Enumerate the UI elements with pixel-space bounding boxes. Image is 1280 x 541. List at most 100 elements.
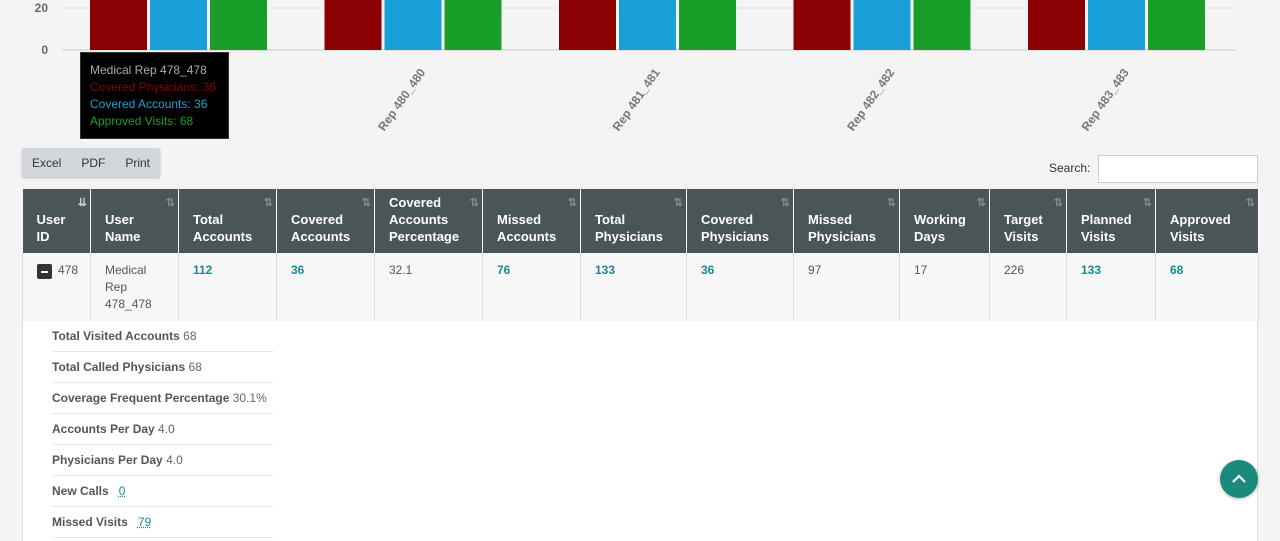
detail-label: Total Called Physicians	[52, 360, 185, 374]
detail-row: Total Called Physicians 68	[52, 352, 273, 383]
cell-user-name: Medical Rep 478_478	[91, 253, 179, 322]
column-header[interactable]: ⇅ Total Accounts	[179, 189, 277, 253]
detail-value: 4.0	[158, 422, 175, 436]
sort-icon: ⇅	[887, 195, 894, 212]
data-table: ⇊ User ID ⇅ User Name ⇅ Total Accounts ⇅ Covered Ac…	[22, 189, 1259, 322]
column-header-text: Approved	[1170, 212, 1231, 227]
column-header[interactable]: ⇅ Missed Physicians	[794, 189, 900, 253]
row-details-panel: Total Visited Accounts 68 Total Called Ph…	[22, 321, 1258, 541]
sort-icon: ⇅	[674, 195, 681, 212]
detail-value: 68	[189, 360, 202, 374]
bar[interactable]	[90, 0, 147, 50]
excel-button[interactable]: Excel	[22, 148, 71, 177]
sort-icon: ⇅	[264, 195, 271, 212]
detail-row: Missed Visits 79	[52, 507, 273, 538]
search-input[interactable]	[1098, 155, 1258, 183]
cell-planned-visits: 133	[1067, 253, 1156, 322]
bar[interactable]	[1088, 0, 1145, 50]
column-header-text: Visits	[1170, 229, 1204, 244]
total-accounts-link[interactable]: 112	[193, 263, 212, 277]
column-header-text: Missed	[497, 212, 541, 227]
column-header[interactable]: ⇅ Planned Visits	[1067, 189, 1156, 253]
bar[interactable]	[619, 0, 676, 50]
sort-icon: ⇅	[568, 195, 575, 212]
covered-accounts-link[interactable]: 36	[291, 263, 304, 277]
detail-value: 30.1%	[233, 391, 267, 405]
sort-icon: ⇅	[781, 195, 788, 212]
bar[interactable]	[325, 0, 382, 50]
column-header[interactable]: ⇅ Covered Accounts	[277, 189, 375, 253]
column-header-text: Days	[914, 229, 945, 244]
column-header[interactable]: ⇅ User Name	[91, 189, 179, 253]
column-header-text: Physicians	[701, 229, 769, 244]
table-header-row: ⇊ User ID ⇅ User Name ⇅ Total Accounts ⇅ Covered Ac…	[23, 189, 1259, 253]
column-header-text: Visits	[1004, 229, 1038, 244]
column-header[interactable]: ⇊ User ID	[23, 189, 91, 253]
sort-icon: ⇅	[1143, 195, 1150, 212]
missed-accounts-link[interactable]: 76	[497, 263, 510, 277]
collapse-row-icon[interactable]	[37, 264, 52, 279]
cell-covered-pct: 32.1	[375, 253, 483, 322]
search-label: Search:	[1049, 161, 1090, 175]
cell-total-physicians: 133	[581, 253, 687, 322]
detail-value: 68	[183, 329, 196, 343]
bar[interactable]	[679, 0, 736, 50]
chart-tooltip: Medical Rep 478_478 Covered Physicians: …	[80, 52, 229, 139]
bar[interactable]	[210, 0, 267, 50]
bar[interactable]	[445, 0, 502, 50]
detail-label: Missed Visits	[52, 515, 128, 529]
column-header[interactable]: ⇅ Covered Accounts Percentage	[375, 189, 483, 253]
detail-row: Total Visited Accounts 68	[52, 321, 273, 352]
bar[interactable]	[1028, 0, 1085, 50]
column-header[interactable]: ⇅ Missed Accounts	[483, 189, 581, 253]
cell-missed-accounts: 76	[483, 253, 581, 322]
pdf-button[interactable]: PDF	[71, 148, 115, 177]
cell-target-visits: 226	[990, 253, 1067, 322]
column-header-text: Covered	[291, 212, 343, 227]
column-header-text: Accounts	[497, 229, 556, 244]
tooltip-title: Medical Rep 478_478	[90, 62, 228, 79]
bar[interactable]	[559, 0, 616, 50]
y-tick-label: 20	[35, 1, 49, 15]
covered-physicians-link[interactable]: 36	[701, 263, 714, 277]
column-header-text: ID	[37, 229, 50, 244]
sort-icon: ⇅	[470, 195, 477, 212]
bar[interactable]	[914, 0, 971, 50]
planned-visits-link[interactable]: 133	[1081, 263, 1101, 277]
details-list: Total Visited Accounts 68 Total Called Ph…	[52, 321, 273, 538]
column-header-text: Missed	[808, 212, 852, 227]
column-header-text: Accounts	[193, 229, 252, 244]
column-header[interactable]: ⇅ Total Physicians	[581, 189, 687, 253]
x-tick-label: Rep 480_480	[375, 66, 428, 134]
bar[interactable]	[794, 0, 851, 50]
bar[interactable]	[1148, 0, 1205, 50]
detail-label: Total Visited Accounts	[52, 329, 180, 343]
bar[interactable]	[385, 0, 442, 50]
x-tick-label: Rep 483_483	[1079, 66, 1132, 134]
bar[interactable]	[854, 0, 911, 50]
column-header-text: Working	[914, 212, 966, 227]
sort-icon: ⇅	[977, 195, 984, 212]
column-header-text: Total	[193, 212, 223, 227]
approved-visits-link[interactable]: 68	[1170, 263, 1183, 277]
user-id-value: 478	[58, 263, 78, 277]
tooltip-covered-physicians: Covered Physicians: 36	[90, 79, 228, 96]
detail-value[interactable]: 79	[138, 515, 151, 529]
column-header-text: Planned	[1081, 212, 1132, 227]
print-button[interactable]: Print	[115, 148, 160, 177]
detail-value: 4.0	[166, 453, 183, 467]
detail-value[interactable]: 0	[119, 484, 126, 498]
sort-icon: ⇅	[1054, 195, 1061, 212]
column-header-text: User	[105, 212, 134, 227]
export-button-group: Excel PDF Print	[22, 148, 160, 177]
detail-label: Physicians Per Day	[52, 453, 163, 467]
column-header[interactable]: ⇅ Target Visits	[990, 189, 1067, 253]
column-header-text: Visits	[1081, 229, 1115, 244]
total-physicians-link[interactable]: 133	[595, 263, 615, 277]
column-header-text: Accounts	[389, 212, 448, 227]
column-header[interactable]: ⇅ Working Days	[900, 189, 990, 253]
bar[interactable]	[150, 0, 207, 50]
column-header[interactable]: ⇅ Approved Visits	[1156, 189, 1259, 253]
scroll-to-top-button[interactable]	[1220, 460, 1258, 498]
column-header[interactable]: ⇅ Covered Physicians	[687, 189, 794, 253]
